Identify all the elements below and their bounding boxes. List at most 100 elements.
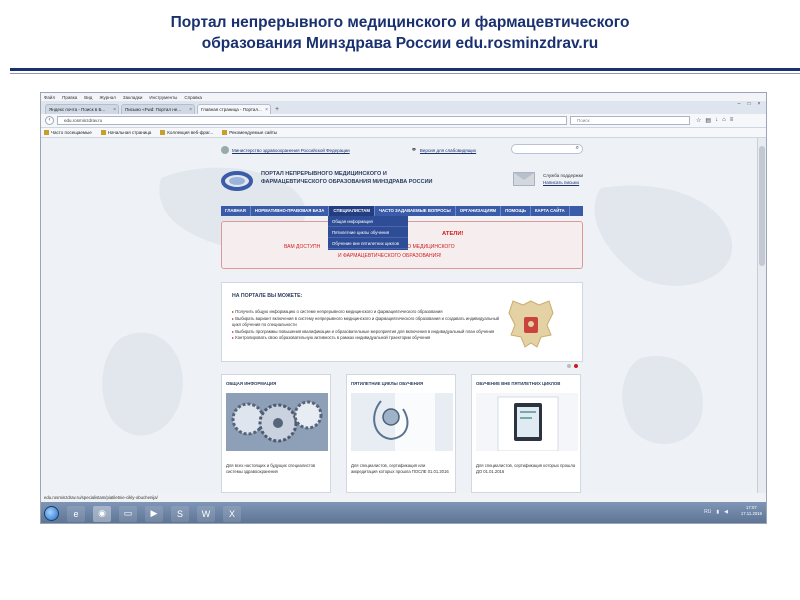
close-icon[interactable]: × bbox=[265, 107, 268, 113]
url-text: edu.rosminzdrav.ru bbox=[64, 118, 103, 123]
excel-icon[interactable]: X bbox=[223, 505, 241, 522]
bookmark-frequent[interactable]: Часто посещаемые bbox=[44, 130, 92, 135]
menu-bookmarks[interactable]: Закладки bbox=[123, 95, 142, 100]
reading-list-icon[interactable]: ▤ bbox=[705, 117, 711, 124]
download-icon[interactable]: ↓ bbox=[715, 117, 718, 124]
card-text: Для специалистов, сертификация или аккре… bbox=[351, 463, 449, 474]
card-title: ПЯТИЛЕТНИЕ ЦИКЛЫ ОБУЧЕНИЯ bbox=[351, 381, 424, 386]
card-text: Для специалистов, сертификация которых п… bbox=[476, 463, 576, 474]
nav-sitemap[interactable]: КАРТА САЙТА bbox=[531, 206, 570, 216]
banner-text-left: ВАМ ДОСТУПН bbox=[284, 244, 321, 250]
star-icon[interactable]: ☆ bbox=[696, 117, 701, 124]
back-icon[interactable]: ‹ bbox=[45, 116, 54, 125]
explorer-folder-icon[interactable]: ▭ bbox=[119, 505, 137, 522]
scrollbar-thumb[interactable] bbox=[759, 146, 765, 266]
maximize-icon[interactable]: □ bbox=[745, 102, 753, 107]
word-icon[interactable]: W bbox=[197, 505, 215, 522]
specialists-dropdown: Общая информация Пятилетние циклы обучен… bbox=[328, 216, 408, 250]
bookmark-web-slices[interactable]: Коллекция веб-фраг... bbox=[160, 130, 213, 135]
bookmark-icon bbox=[160, 130, 166, 135]
windows-taskbar: e ◉ ▭ ▶ S W X RU ▮ ◀ 17:07 17.11.2016 bbox=[41, 502, 766, 523]
title-divider bbox=[10, 68, 800, 71]
bookmark-icon bbox=[44, 130, 49, 135]
nav-help[interactable]: ПОМОЩЬ bbox=[501, 206, 531, 216]
write-letter-link[interactable]: Написать письмо bbox=[543, 180, 579, 185]
card-outside-cycles[interactable]: ОБУЧЕНИЕ ВНЕ ПЯТИЛЕТНИХ ЦИКЛОВ Для специ… bbox=[471, 374, 581, 493]
menu-file[interactable]: Файл bbox=[44, 95, 55, 100]
nav-faq[interactable]: ЧАСТО ЗАДАВАЕМЫЕ ВОПРОСЫ bbox=[375, 206, 456, 216]
card-five-year-cycles[interactable]: ПЯТИЛЕТНИЕ ЦИКЛЫ ОБУЧЕНИЯ Для специалист… bbox=[346, 374, 456, 493]
browser-menubar: Файл Правка Вид Журнал Закладки Инструме… bbox=[41, 93, 766, 101]
support-text: Служба поддержки Написать письмо bbox=[543, 172, 583, 186]
page-scrollbar[interactable] bbox=[757, 138, 766, 493]
envelope-icon bbox=[513, 172, 535, 186]
carousel-dot-active[interactable] bbox=[574, 364, 578, 368]
dropdown-outside-cycles[interactable]: Обучение вне пятилетних циклов bbox=[328, 238, 408, 249]
tab-mail-letter[interactable]: Письмо «Fwd: Портал не... × bbox=[121, 104, 195, 114]
media-player-icon[interactable]: ▶ bbox=[145, 505, 163, 522]
list-item: Контролировать свою образовательную акти… bbox=[232, 335, 502, 342]
title-divider-thin bbox=[10, 73, 800, 74]
card-general-info[interactable]: ОБЩАЯ ИНФОРМАЦИЯ Для всех настоящих и бу… bbox=[221, 374, 331, 493]
network-icon[interactable]: ▮ bbox=[716, 509, 719, 515]
menu-tools[interactable]: Инструменты bbox=[149, 95, 177, 100]
toolbar-icons: ☆ ▤ ↓ ⌂ ≡ bbox=[696, 117, 733, 124]
firefox-icon[interactable]: ◉ bbox=[93, 505, 111, 522]
coat-of-arms-icon bbox=[221, 146, 229, 154]
double-headed-eagle-emblem bbox=[508, 300, 554, 348]
stethoscope-image bbox=[351, 393, 453, 451]
nav-specialists[interactable]: СПЕЦИАЛИСТАМ bbox=[329, 206, 375, 216]
slide-title-line1: Портал непрерывного медицинского и фарма… bbox=[170, 14, 630, 31]
skype-icon[interactable]: S bbox=[171, 505, 189, 522]
search-icon[interactable]: ⌕ bbox=[576, 145, 579, 152]
browser-navbar: ‹ edu.rosminzdrav.ru Поиск ☆ ▤ ↓ ⌂ ≡ bbox=[41, 114, 766, 128]
menu-view[interactable]: Вид bbox=[84, 95, 92, 100]
slide-title: Портал непрерывного медицинского и фарма… bbox=[0, 12, 800, 54]
search-placeholder: Поиск bbox=[577, 118, 590, 123]
new-tab-button[interactable]: + bbox=[275, 105, 279, 114]
menu-edit[interactable]: Правка bbox=[62, 95, 77, 100]
start-button[interactable] bbox=[44, 506, 59, 521]
bookmark-label: Рекомендуемые сайты bbox=[229, 130, 278, 135]
bookmark-label: Коллекция веб-фраг... bbox=[167, 130, 214, 135]
portal-name-line2: ФАРМАЦЕВТИЧЕСКОГО ОБРАЗОВАНИЯ МИНЗДРАВА … bbox=[261, 179, 433, 185]
menu-history[interactable]: Журнал bbox=[99, 95, 115, 100]
close-icon[interactable]: × bbox=[189, 107, 192, 113]
browser-search-input[interactable]: Поиск bbox=[570, 116, 690, 125]
accessible-version-link[interactable]: ⚭ Версия для слабовидящих bbox=[411, 146, 476, 154]
tab-yandex-mail[interactable]: Яндекс почта - Поиск в Б... × bbox=[45, 104, 119, 114]
dropdown-general-info[interactable]: Общая информация bbox=[328, 216, 408, 227]
support-label: Служба поддержки bbox=[543, 173, 584, 178]
minimize-icon[interactable]: – bbox=[735, 102, 743, 107]
carousel-dot[interactable] bbox=[567, 364, 571, 368]
close-icon[interactable]: × bbox=[113, 107, 116, 113]
bookmark-recommended[interactable]: Рекомендуемые сайты bbox=[222, 130, 277, 135]
features-title: НА ПОРТАЛЕ ВЫ МОЖЕТЕ: bbox=[232, 293, 303, 299]
nav-legal-base[interactable]: НОРМАТИВНО-ПРАВОВАЯ БАЗА bbox=[251, 206, 330, 216]
portal-features-panel: НА ПОРТАЛЕ ВЫ МОЖЕТЕ: Получить общую инф… bbox=[221, 282, 583, 362]
dropdown-five-year-cycles[interactable]: Пятилетние циклы обучения bbox=[328, 227, 408, 238]
address-bar[interactable]: edu.rosminzdrav.ru bbox=[57, 116, 567, 125]
bookmark-label: Часто посещаемые bbox=[51, 130, 92, 135]
language-icon[interactable]: RU bbox=[704, 509, 711, 515]
menu-help[interactable]: Справка bbox=[184, 95, 202, 100]
bookmarks-bar: Часто посещаемые Начальная страница Колл… bbox=[41, 128, 766, 138]
site-search-input[interactable]: ⌕ bbox=[511, 144, 583, 154]
tab-portal-home[interactable]: Главная страница - Портал... × bbox=[197, 104, 271, 114]
close-window-icon[interactable]: × bbox=[755, 102, 763, 107]
support-block: Служба поддержки Написать письмо bbox=[513, 170, 633, 194]
status-url: edu.rosminzdrav.ru/specialistam/piatilet… bbox=[44, 495, 158, 500]
portal-logo[interactable] bbox=[221, 170, 253, 192]
nav-organizations[interactable]: ОРГАНИЗАЦИЯМ bbox=[456, 206, 502, 216]
home-icon[interactable]: ⌂ bbox=[722, 117, 726, 124]
volume-icon[interactable]: ◀ bbox=[724, 509, 728, 515]
menu-icon[interactable]: ≡ bbox=[730, 117, 734, 124]
tab-label: Письмо «Fwd: Портал не... bbox=[125, 107, 181, 112]
doctor-tablet-image bbox=[476, 393, 578, 451]
clock[interactable]: 17:07 17.11.2016 bbox=[741, 505, 762, 517]
window-controls: – □ × bbox=[735, 102, 763, 107]
ministry-link[interactable]: Министерство здравоохранения Российской … bbox=[221, 146, 350, 154]
nav-home[interactable]: ГЛАВНАЯ bbox=[221, 206, 251, 216]
bookmark-start-page[interactable]: Начальная страница bbox=[100, 130, 151, 135]
ie-icon[interactable]: e bbox=[67, 505, 85, 522]
